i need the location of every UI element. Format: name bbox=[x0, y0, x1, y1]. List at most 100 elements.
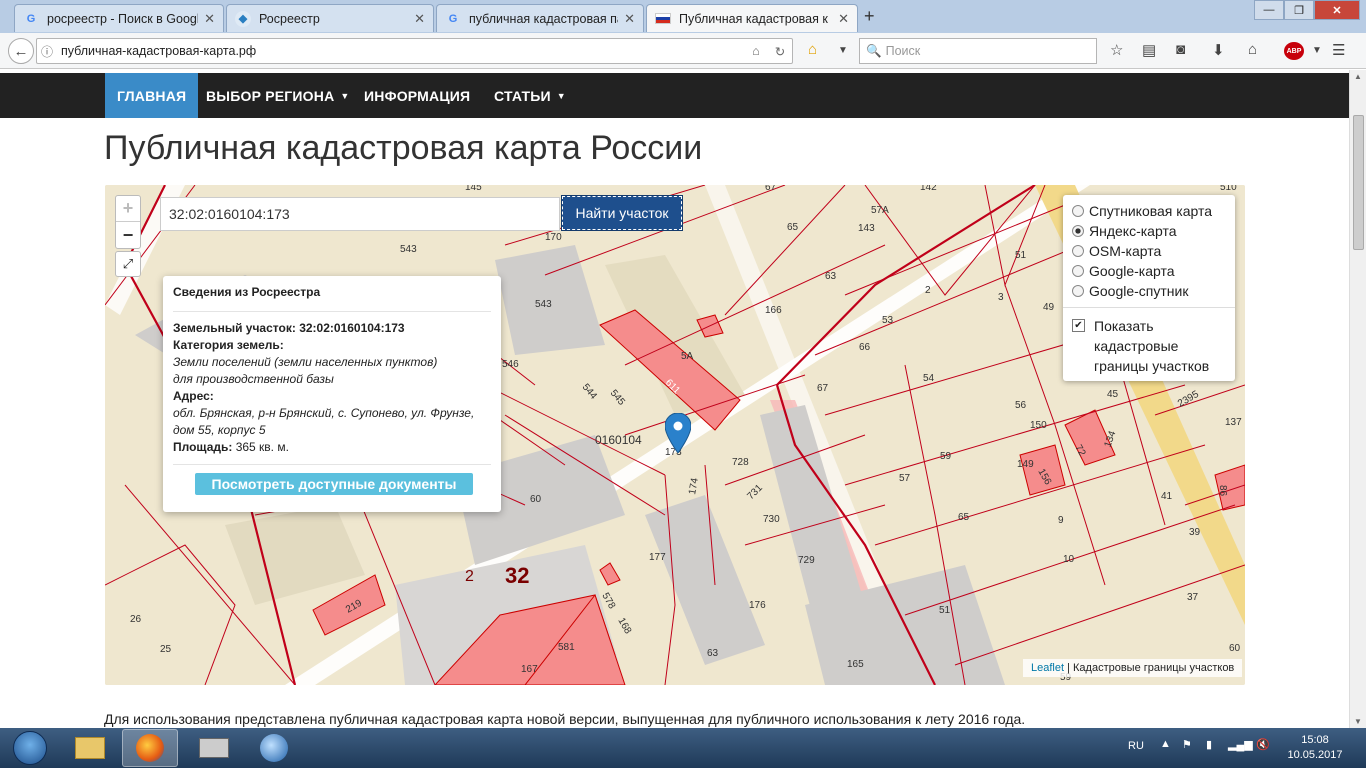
back-button[interactable]: ← bbox=[8, 38, 34, 64]
menu-icon[interactable]: ☰ bbox=[1332, 41, 1345, 59]
dropdown-arrow-icon[interactable]: ▼ bbox=[1312, 45, 1322, 56]
download-icon[interactable]: ⬇ bbox=[1212, 41, 1225, 59]
url-text[interactable]: публичная-кадастровая-карта.рф bbox=[57, 44, 744, 58]
zoom-out-button[interactable]: − bbox=[116, 222, 140, 248]
close-tab-icon[interactable]: ✕ bbox=[204, 11, 215, 27]
new-tab-button[interactable]: + bbox=[864, 6, 875, 27]
dropdown-arrow-icon[interactable]: ▼ bbox=[838, 45, 848, 56]
scroll-up-icon[interactable]: ▲ bbox=[1350, 72, 1366, 81]
parcel-number: 32:02:0160104:173 bbox=[299, 321, 405, 335]
scroll-thumb[interactable] bbox=[1353, 115, 1364, 250]
svg-text:63: 63 bbox=[825, 271, 837, 282]
tab-google-cadastral[interactable]: G публичная кадастровая пал ✕ bbox=[436, 4, 644, 32]
svg-text:66: 66 bbox=[859, 342, 871, 353]
explorer-taskbar-icon[interactable] bbox=[62, 729, 118, 767]
system-clock[interactable]: 15:08 10.05.2017 bbox=[1280, 733, 1350, 763]
nav-info[interactable]: ИНФОРМАЦИЯ bbox=[352, 73, 482, 118]
rosreestr-icon: ◆ bbox=[235, 10, 251, 27]
battery-icon[interactable]: ▮ bbox=[1206, 738, 1212, 751]
tab-rosreestr[interactable]: ◆ Росреестр ✕ bbox=[226, 4, 434, 32]
nav-region[interactable]: ВЫБОР РЕГИОНА ▼ bbox=[194, 73, 362, 118]
home-icon[interactable]: ⌂ bbox=[1248, 41, 1257, 58]
language-indicator[interactable]: RU bbox=[1128, 740, 1144, 752]
svg-text:167: 167 bbox=[521, 664, 538, 675]
close-tab-icon[interactable]: ✕ bbox=[624, 11, 635, 27]
russia-flag-icon bbox=[655, 13, 671, 24]
checkbox-checked-icon[interactable]: ✔ bbox=[1072, 319, 1085, 332]
cadastral-overlay-toggle[interactable]: ✔ Показать кадастровые границы участков bbox=[1072, 316, 1226, 376]
close-window-button[interactable]: ✕ bbox=[1314, 0, 1360, 20]
start-button[interactable] bbox=[2, 728, 58, 768]
svg-text:65: 65 bbox=[787, 222, 799, 233]
site-navbar: ГЛАВНАЯ ВЫБОР РЕГИОНА ▼ ИНФОРМАЦИЯ СТАТЬИ… bbox=[0, 73, 1349, 118]
leaflet-link[interactable]: Leaflet bbox=[1031, 662, 1064, 674]
radio-icon[interactable] bbox=[1072, 285, 1084, 297]
layer-satellite[interactable]: Спутниковая карта bbox=[1072, 201, 1226, 221]
show-hidden-icons-icon[interactable]: ▲ bbox=[1160, 738, 1171, 750]
home-colored-icon[interactable]: ⌂ bbox=[808, 41, 817, 58]
firefox-taskbar-icon[interactable] bbox=[122, 729, 178, 767]
close-tab-icon[interactable]: ✕ bbox=[414, 11, 425, 27]
divider bbox=[173, 464, 491, 465]
svg-text:581: 581 bbox=[558, 642, 575, 653]
svg-text:10: 10 bbox=[1063, 554, 1075, 565]
tab-google-search[interactable]: G росреестр - Поиск в Google ✕ bbox=[14, 4, 224, 32]
overlay-label: Показать bbox=[1094, 318, 1154, 334]
svg-text:546: 546 bbox=[502, 359, 519, 370]
signal-icon[interactable]: ▂▄▆ bbox=[1228, 738, 1253, 751]
nav-label: СТАТЬИ bbox=[494, 87, 551, 104]
cadastral-number-input[interactable]: 32:02:0160104:173 bbox=[160, 197, 560, 231]
find-parcel-button[interactable]: Найти участок bbox=[561, 195, 683, 231]
close-tab-icon[interactable]: ✕ bbox=[838, 11, 849, 27]
svg-text:729: 729 bbox=[798, 555, 815, 566]
svg-text:2: 2 bbox=[925, 285, 931, 296]
category-value: Земли поселений (земли населенных пункто… bbox=[173, 355, 438, 369]
layer-osm[interactable]: OSM-карта bbox=[1072, 241, 1226, 261]
fullscreen-icon[interactable]: ⤢ bbox=[115, 251, 141, 277]
layer-label: Google-карта bbox=[1089, 263, 1175, 279]
screen: G росреестр - Поиск в Google ✕ ◆ Росреес… bbox=[0, 0, 1366, 768]
svg-text:54: 54 bbox=[923, 373, 935, 384]
address-bar[interactable]: ⓘ публичная-кадастровая-карта.рф ⌂ ↻ bbox=[36, 38, 793, 64]
adblock-icon[interactable]: ABP bbox=[1284, 42, 1304, 60]
radio-icon[interactable] bbox=[1072, 265, 1084, 277]
svg-text:57А: 57А bbox=[871, 205, 889, 216]
nav-home[interactable]: ГЛАВНАЯ bbox=[105, 73, 199, 118]
zoom-in-button[interactable]: + bbox=[116, 196, 140, 222]
keyboard-app-taskbar-icon[interactable] bbox=[186, 729, 242, 767]
map-marker-icon[interactable] bbox=[665, 413, 691, 453]
nav-articles[interactable]: СТАТЬИ ▼ bbox=[482, 73, 578, 118]
layer-yandex[interactable]: Яндекс-карта bbox=[1072, 221, 1226, 241]
bookmark-star-icon[interactable]: ☆ bbox=[1110, 41, 1123, 59]
pocket-icon[interactable]: ◙ bbox=[1176, 41, 1185, 58]
reading-list-icon[interactable]: ▤ bbox=[1142, 41, 1156, 59]
svg-text:510: 510 bbox=[1220, 185, 1237, 193]
search-placeholder: Поиск bbox=[885, 44, 921, 58]
radio-icon[interactable] bbox=[1072, 205, 1084, 217]
svg-text:53: 53 bbox=[882, 315, 894, 326]
svg-text:730: 730 bbox=[763, 514, 780, 525]
view-documents-button[interactable]: Посмотреть доступные документы bbox=[195, 473, 473, 495]
tab-cadastral-map[interactable]: Публичная кадастровая к ✕ bbox=[646, 4, 858, 32]
address-label: Адрес: bbox=[173, 389, 214, 403]
layer-google-satellite[interactable]: Google-спутник bbox=[1072, 281, 1226, 301]
info-icon[interactable]: ⓘ bbox=[37, 43, 57, 60]
scroll-down-icon[interactable]: ▼ bbox=[1350, 717, 1366, 726]
maximize-button[interactable]: ❐ bbox=[1284, 0, 1314, 20]
reload-icon[interactable]: ↻ bbox=[768, 44, 792, 59]
page-scrollbar[interactable]: ▲ ▼ bbox=[1349, 70, 1366, 728]
flag-icon[interactable]: ⚑ bbox=[1182, 738, 1192, 751]
minimize-button[interactable]: — bbox=[1254, 0, 1284, 20]
cadastral-map[interactable]: 543 170 145 543 546 67 142 57А 143 65 63 166 2 3 … bbox=[105, 185, 1245, 685]
radio-selected-icon[interactable] bbox=[1072, 225, 1084, 237]
volume-muted-icon[interactable]: 🔇 bbox=[1256, 738, 1270, 751]
radio-icon[interactable] bbox=[1072, 245, 1084, 257]
svg-text:49: 49 bbox=[1043, 302, 1055, 313]
input-value[interactable]: 32:02:0160104:173 bbox=[169, 206, 290, 222]
thunderbird-taskbar-icon[interactable] bbox=[246, 729, 302, 767]
google-icon: G bbox=[26, 12, 36, 25]
layer-google-map[interactable]: Google-карта bbox=[1072, 261, 1226, 281]
search-box[interactable]: 🔍 Поиск bbox=[859, 38, 1097, 64]
svg-text:57: 57 bbox=[899, 473, 911, 484]
home-site-icon[interactable]: ⌂ bbox=[744, 44, 768, 58]
